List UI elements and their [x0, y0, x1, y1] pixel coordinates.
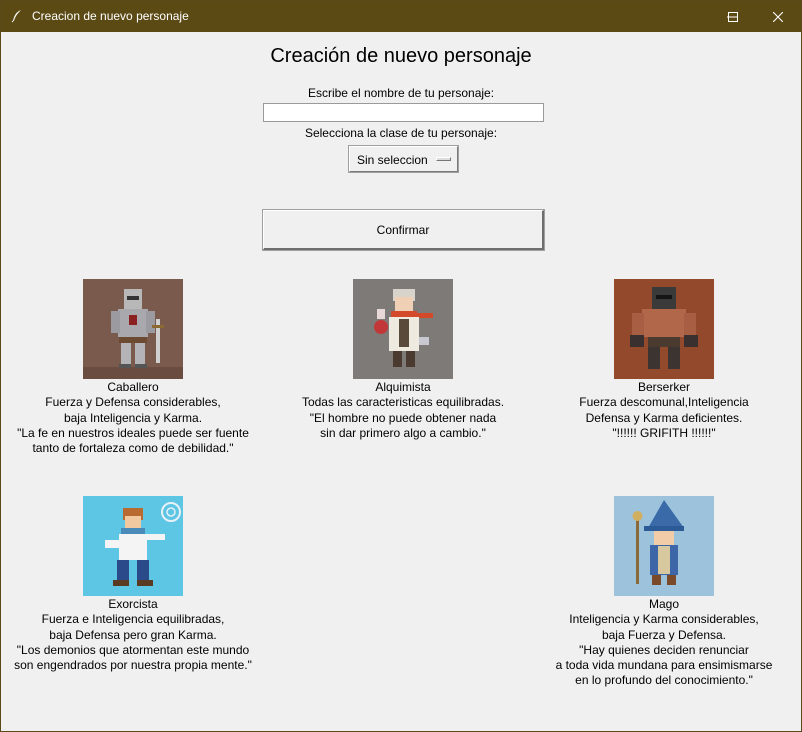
- class-select-value: Sin seleccion: [357, 153, 428, 167]
- exorcist-portrait[interactable]: [83, 496, 183, 596]
- character-quote: "La fe en nuestros ideales puede ser fue…: [17, 425, 249, 440]
- character-quote: a toda vida mundana para ensimismarse: [555, 658, 773, 673]
- character-card-exorcista[interactable]: Exorcista Fuerza e Inteligencia equilibr…: [3, 496, 263, 673]
- character-quote: tanto de fortaleza como de debilidad.": [32, 441, 234, 456]
- close-icon: [773, 11, 783, 22]
- option-menu-indicator-icon: [436, 157, 451, 161]
- mage-portrait[interactable]: [614, 496, 714, 596]
- character-description: baja Defensa pero gran Karma.: [49, 627, 217, 642]
- character-name: Exorcista: [108, 597, 158, 611]
- character-name: Mago: [648, 597, 680, 611]
- character-card-alquimista[interactable]: Alquimista Todas las caracteristicas equ…: [273, 279, 533, 441]
- confirm-button[interactable]: Confirmar: [263, 210, 544, 250]
- window-title: Creacion de nuevo personaje: [32, 9, 189, 23]
- app-window: Creacion de nuevo personaje Creación de …: [0, 0, 802, 732]
- name-label: Escribe el nombre de tu personaje:: [307, 86, 495, 100]
- character-quote: "Hay quienes deciden renunciar: [579, 642, 749, 657]
- character-card-berserker[interactable]: Berserker Fuerza descomunal,Inteligencia…: [534, 279, 794, 441]
- character-description: Fuerza y Defensa considerables,: [45, 395, 221, 410]
- character-description: baja Fuerza y Defensa.: [601, 627, 727, 642]
- character-name: Caballero: [107, 380, 159, 394]
- maximize-icon: [728, 11, 738, 22]
- character-description: Inteligencia y Karma considerables,: [569, 612, 759, 627]
- character-quote: "El hombre no puede obtener nada: [309, 410, 497, 425]
- character-quote: en lo profundo del conocimiento.": [575, 673, 753, 688]
- character-card-caballero[interactable]: Caballero Fuerza y Defensa considerables…: [3, 279, 263, 456]
- page-title: Creación de nuevo personaje: [270, 45, 532, 67]
- character-description: baja Inteligencia y Karma.: [63, 410, 203, 425]
- character-description: Fuerza descomunal,Inteligencia: [579, 395, 749, 410]
- maximize-button[interactable]: [710, 1, 756, 32]
- character-card-mago[interactable]: Mago Inteligencia y Karma considerables,…: [534, 496, 794, 689]
- character-name: Berserker: [637, 380, 690, 394]
- class-select-menu[interactable]: Sin seleccion: [349, 146, 458, 172]
- character-description: Fuerza e Inteligencia equilibradas,: [41, 612, 225, 627]
- feather-icon: [10, 9, 24, 23]
- title-bar[interactable]: Creacion de nuevo personaje: [1, 1, 801, 32]
- character-description: Defensa y Karma deficientes.: [585, 410, 743, 425]
- character-name: Alquimista: [375, 380, 431, 394]
- character-quote: "Los demonios que atormentan este mundo: [16, 642, 250, 657]
- content-area: Creación de nuevo personaje Escribe el n…: [1, 32, 801, 731]
- character-name-input[interactable]: [263, 103, 544, 122]
- character-quote: "!!!!!! GRIFITH !!!!!!": [612, 425, 716, 440]
- alchemist-portrait[interactable]: [353, 279, 453, 379]
- class-label: Selecciona la clase de tu personaje:: [304, 126, 498, 140]
- close-button[interactable]: [755, 1, 801, 32]
- character-description: Todas las caracteristicas equilibradas.: [301, 395, 505, 410]
- knight-portrait[interactable]: [83, 279, 183, 379]
- character-quote: sin dar primero algo a cambio.": [320, 425, 486, 440]
- berserker-portrait[interactable]: [614, 279, 714, 379]
- character-quote: son engendrados por nuestra propia mente…: [14, 658, 252, 673]
